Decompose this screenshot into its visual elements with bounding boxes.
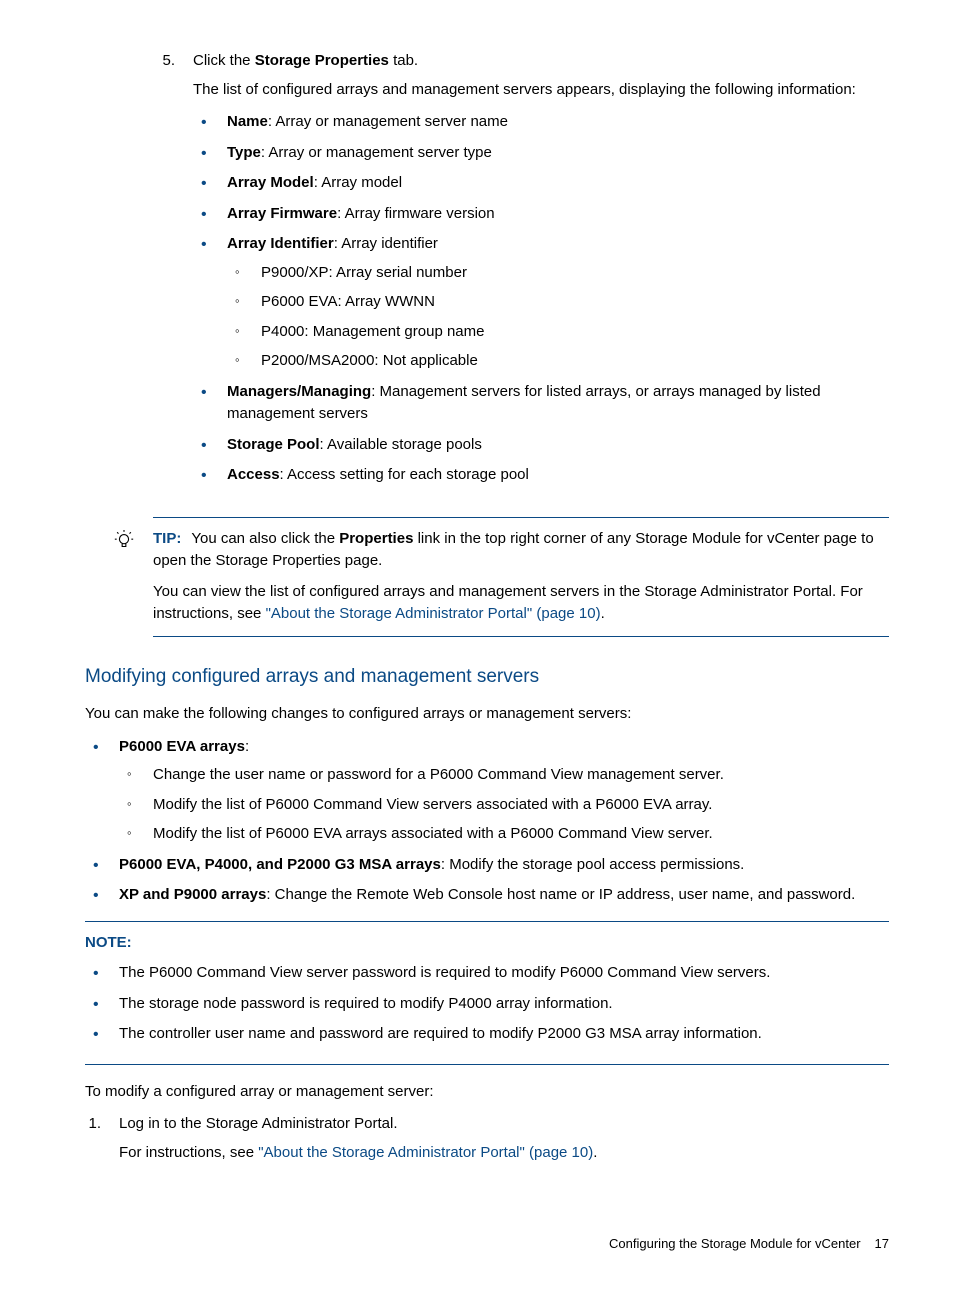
sub-list-item: P6000 EVA: Array WWNN bbox=[227, 291, 889, 314]
step-body: Log in to the Storage Administrator Port… bbox=[119, 1113, 889, 1174]
step-description: The list of configured arrays and manage… bbox=[193, 79, 889, 102]
tip-p2: You can view the list of configured arra… bbox=[153, 581, 889, 626]
sub-list: Change the user name or password for a P… bbox=[119, 764, 889, 846]
sub-list-item: P2000/MSA2000: Not applicable bbox=[227, 350, 889, 373]
page-footer: Configuring the Storage Module for vCent… bbox=[85, 1234, 889, 1254]
section-list: P6000 EVA arrays: Change the user name o… bbox=[85, 736, 889, 907]
step-link[interactable]: "About the Storage Administrator Portal"… bbox=[258, 1144, 593, 1161]
tip-icon bbox=[113, 528, 153, 560]
footer-text: Configuring the Storage Module for vCent… bbox=[609, 1234, 860, 1254]
sub-list-item: Modify the list of P6000 Command View se… bbox=[119, 794, 889, 817]
step-5: 5. Click the Storage Properties tab. The… bbox=[153, 50, 889, 495]
list-item: The storage node password is required to… bbox=[85, 993, 889, 1016]
step-number: 5. bbox=[153, 50, 193, 495]
step-text-bold: Storage Properties bbox=[255, 52, 389, 69]
note-list: The P6000 Command View server password i… bbox=[85, 962, 889, 1046]
note-label: NOTE: bbox=[85, 932, 889, 955]
list-item: The controller user name and password ar… bbox=[85, 1023, 889, 1046]
step-text-post: tab. bbox=[389, 52, 418, 69]
step-desc: For instructions, see "About the Storage… bbox=[119, 1142, 889, 1165]
step-body: Click the Storage Properties tab. The li… bbox=[193, 50, 889, 495]
tip-label: TIP: bbox=[153, 530, 181, 547]
list-item: Managers/Managing: Management servers fo… bbox=[193, 381, 889, 426]
list-item: Array Firmware: Array firmware version bbox=[193, 203, 889, 226]
step-1: 1. Log in to the Storage Administrator P… bbox=[85, 1113, 889, 1174]
sub-list-item: P9000/XP: Array serial number bbox=[227, 262, 889, 285]
list-item: Type: Array or management server type bbox=[193, 142, 889, 165]
list-item: Array Model: Array model bbox=[193, 172, 889, 195]
sub-list-item: P4000: Management group name bbox=[227, 321, 889, 344]
sub-list: P9000/XP: Array serial number P6000 EVA:… bbox=[227, 262, 889, 373]
list-item: The P6000 Command View server password i… bbox=[85, 962, 889, 985]
list-item: Name: Array or management server name bbox=[193, 111, 889, 134]
list-item: XP and P9000 arrays: Change the Remote W… bbox=[85, 884, 889, 907]
step-text-pre: Click the bbox=[193, 52, 255, 69]
list-item: Storage Pool: Available storage pools bbox=[193, 434, 889, 457]
list-item: P6000 EVA arrays: Change the user name o… bbox=[85, 736, 889, 846]
section-body: You can make the following changes to co… bbox=[85, 703, 889, 1174]
list-item: P6000 EVA, P4000, and P2000 G3 MSA array… bbox=[85, 854, 889, 877]
list-item: Access: Access setting for each storage … bbox=[193, 464, 889, 487]
page-number: 17 bbox=[875, 1234, 889, 1254]
sub-list-item: Change the user name or password for a P… bbox=[119, 764, 889, 787]
tip-p1a: You can also click the bbox=[191, 530, 339, 547]
step-number: 1. bbox=[85, 1113, 119, 1174]
sub-list-item: Modify the list of P6000 EVA arrays asso… bbox=[119, 823, 889, 846]
step-line: Log in to the Storage Administrator Port… bbox=[119, 1115, 398, 1132]
tip-block: TIP:You can also click the Properties li… bbox=[153, 517, 889, 637]
info-list: Name: Array or management server name Ty… bbox=[193, 111, 889, 487]
section-heading: Modifying configured arrays and manageme… bbox=[15, 663, 889, 692]
note-block: NOTE: The P6000 Command View server pass… bbox=[85, 921, 889, 1065]
tip-link[interactable]: "About the Storage Administrator Portal"… bbox=[266, 605, 601, 622]
tip-text: TIP:You can also click the Properties li… bbox=[153, 528, 889, 626]
section-intro: You can make the following changes to co… bbox=[85, 703, 889, 726]
list-item: Array Identifier: Array identifier P9000… bbox=[193, 233, 889, 373]
post-note-intro: To modify a configured array or manageme… bbox=[85, 1081, 889, 1104]
tip-p1b: Properties bbox=[339, 530, 413, 547]
